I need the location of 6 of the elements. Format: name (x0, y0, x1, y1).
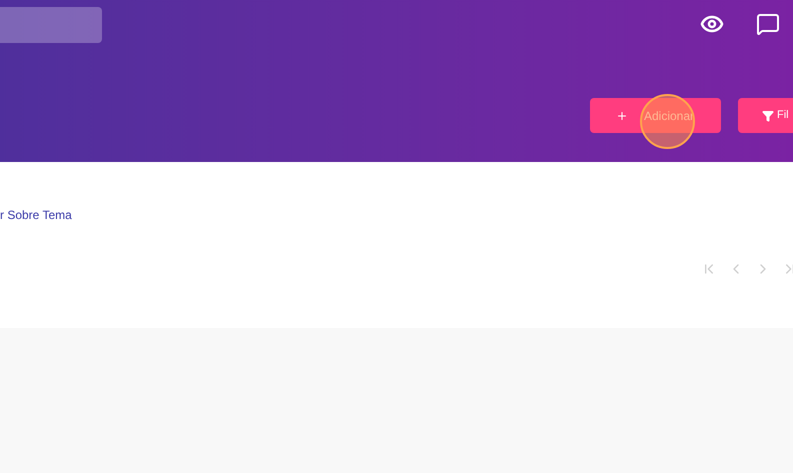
topic-link[interactable]: r Sobre Tema (0, 206, 793, 224)
search-field[interactable] (0, 7, 102, 43)
filter-button[interactable]: Fil (738, 98, 793, 133)
plus-icon (616, 110, 628, 122)
chat-icon[interactable] (756, 12, 780, 36)
funnel-icon (762, 110, 774, 122)
